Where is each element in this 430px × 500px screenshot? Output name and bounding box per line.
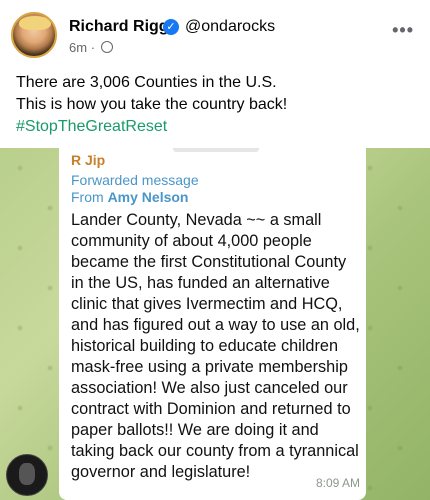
- verified-badge-icon: ✓: [163, 19, 179, 35]
- forwarded-message-bubble: R Jip Forwarded message From Amy Nelson …: [59, 148, 366, 500]
- post-text-line-2: This is how you take the country back!: [16, 96, 288, 113]
- bubble-top-edge: [173, 148, 259, 152]
- author-name[interactable]: Richard Rigg: [69, 18, 169, 36]
- message-text: Lander County, Nevada ~~ a small communi…: [71, 211, 360, 481]
- channel-avatar: [6, 454, 48, 496]
- avatar-image: [19, 16, 51, 30]
- author-handle[interactable]: @ondarocks: [185, 18, 275, 36]
- forwarded-label: Forwarded message: [71, 172, 199, 188]
- post-text: There are 3,006 Counties in the U.S. Thi…: [16, 72, 287, 138]
- forwarded-from-name: Amy Nelson: [107, 189, 189, 205]
- hashtag-link[interactable]: #StopTheGreatReset: [16, 116, 287, 138]
- audience-globe-icon: [100, 41, 113, 53]
- more-options-button[interactable]: •••: [392, 20, 414, 41]
- author-avatar[interactable]: [11, 12, 57, 58]
- post-header: Richard Rigg ✓ @ondarocks 6m · •••: [0, 0, 430, 68]
- post-text-line-1: There are 3,006 Counties in the U.S.: [16, 74, 277, 91]
- sender-name: R Jip: [71, 152, 106, 168]
- forwarded-from-prefix: From: [71, 189, 104, 205]
- post-time[interactable]: 6m: [69, 40, 87, 55]
- meta-separator: ·: [90, 40, 96, 55]
- post-meta: 6m ·: [69, 40, 113, 55]
- forwarded-from: From Amy Nelson: [71, 189, 188, 205]
- message-time: 8:09 AM: [315, 476, 360, 490]
- post-image[interactable]: R Jip Forwarded message From Amy Nelson …: [0, 148, 430, 500]
